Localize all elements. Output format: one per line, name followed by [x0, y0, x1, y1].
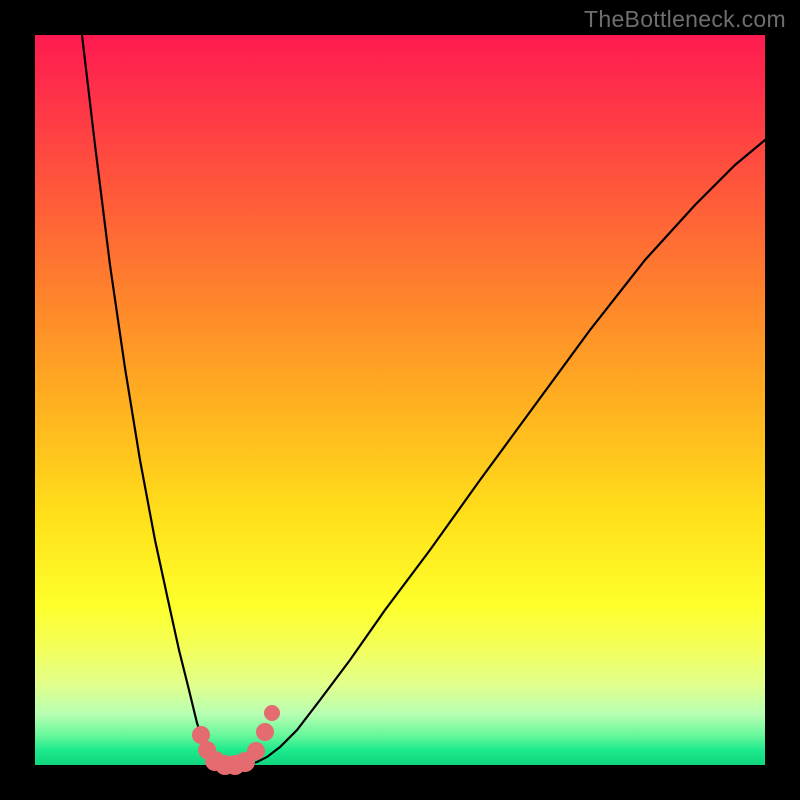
- chart-frame: TheBottleneck.com: [0, 0, 800, 800]
- watermark-text: TheBottleneck.com: [584, 6, 786, 33]
- plot-area: [35, 35, 765, 765]
- highlight-markers: [192, 705, 280, 775]
- curve-left-branch: [82, 35, 219, 765]
- highlight-dot: [264, 705, 280, 721]
- highlight-dot: [256, 723, 274, 741]
- highlight-dot: [247, 742, 265, 760]
- curve-right-branch: [245, 140, 765, 765]
- curve-layer: [35, 35, 765, 765]
